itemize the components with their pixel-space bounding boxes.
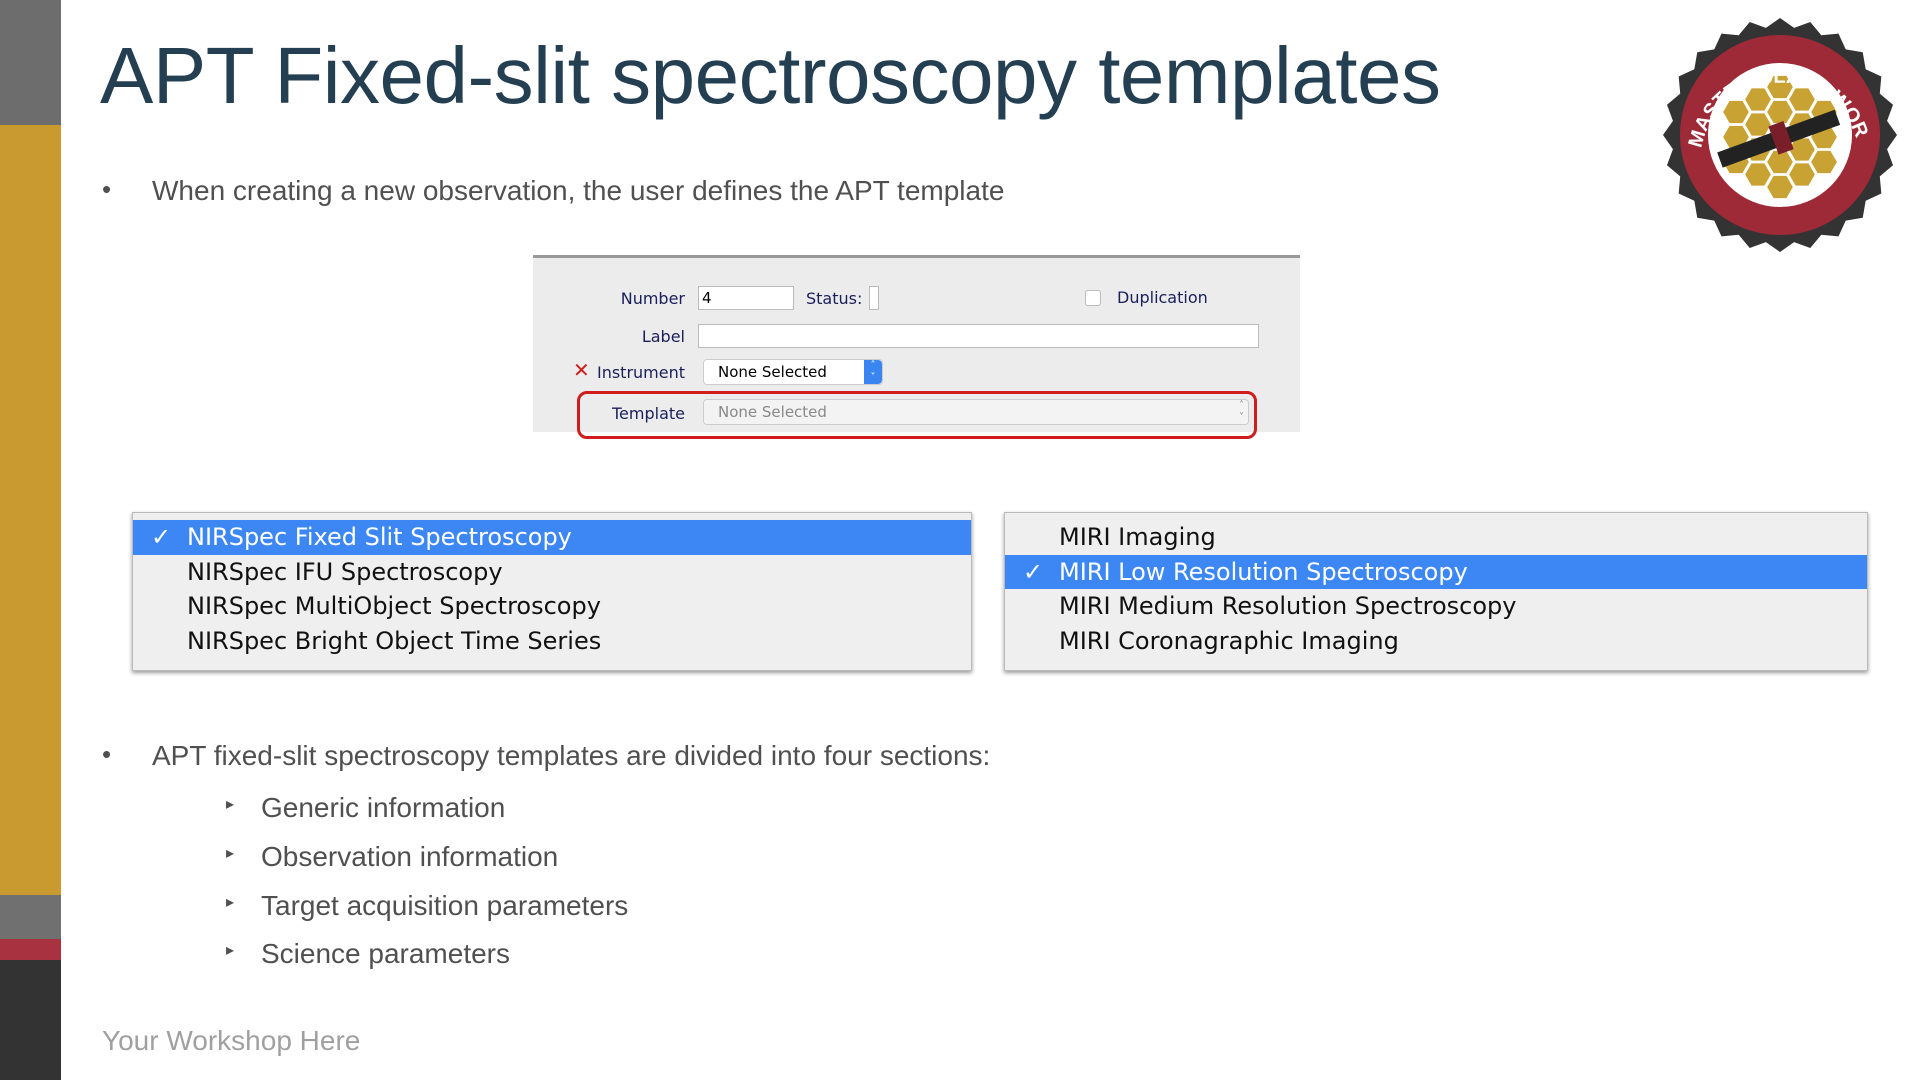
number-input[interactable]: 4	[698, 286, 794, 310]
status-label: Status:	[806, 289, 863, 308]
menu-item[interactable]: NIRSpec IFU Spectroscopy	[133, 555, 971, 590]
duplication-label: Duplication	[1117, 288, 1208, 307]
sidebar-stripe-gray2	[0, 895, 61, 939]
menu-item-label: NIRSpec MultiObject Spectroscopy	[187, 592, 601, 620]
menu-item[interactable]: ✓ NIRSpec Fixed Slit Spectroscopy	[133, 520, 971, 555]
label-input[interactable]	[698, 324, 1259, 348]
triangle-bullet-icon: ▸	[226, 845, 235, 862]
workshop-logo: JWST MASTER CLASS WORKSHOP	[1660, 15, 1897, 252]
menu-item[interactable]: MIRI Coronagraphic Imaging	[1005, 624, 1867, 659]
menu-item-label: MIRI Coronagraphic Imaging	[1059, 626, 1399, 655]
sidebar-stripe-red	[0, 939, 61, 960]
bullet-2: APT fixed-slit spectroscopy templates ar…	[152, 740, 991, 771]
instrument-select[interactable]: None Selected ˄ ˅	[703, 359, 883, 385]
menu-item-label: MIRI Imaging	[1059, 523, 1216, 551]
bullet-1: When creating a new observation, the use…	[152, 175, 1005, 206]
menu-item[interactable]: NIRSpec Bright Object Time Series	[133, 624, 971, 659]
template-value: None Selected	[718, 403, 827, 421]
menu-item-label: NIRSpec Bright Object Time Series	[187, 626, 602, 655]
menu-item[interactable]: MIRI Medium Resolution Spectroscopy	[1005, 589, 1867, 624]
sub-bullet: Target acquisition parameters	[261, 890, 629, 921]
chevron-updown-icon: ˄ ˅	[1239, 400, 1244, 423]
template-select[interactable]: None Selected ˄ ˅	[703, 399, 1249, 425]
sub-bullet: Observation information	[261, 841, 559, 872]
triangle-bullet-icon: ▸	[226, 796, 235, 813]
sub-bullet: Science parameters	[261, 938, 511, 969]
menu-item[interactable]: ✓ MIRI Low Resolution Spectroscopy	[1005, 554, 1867, 589]
menu-item-label: NIRSpec IFU Spectroscopy	[187, 557, 503, 586]
checkmark-icon: ✓	[1023, 557, 1044, 586]
menu-item[interactable]: NIRSpec MultiObject Spectroscopy	[133, 589, 971, 624]
label-label: Label	[641, 327, 685, 346]
bullet-icon: •	[102, 739, 112, 769]
nirspec-template-menu: ✓ NIRSpec Fixed Slit Spectroscopy NIRSpec …	[132, 512, 972, 671]
duplication-checkbox[interactable]	[1085, 290, 1101, 306]
menu-item-label: MIRI Low Resolution Spectroscopy	[1059, 557, 1468, 586]
triangle-bullet-icon: ▸	[226, 942, 235, 959]
page-title: APT Fixed-slit spectroscopy templates	[100, 31, 1441, 120]
sidebar-stripe-gold	[0, 125, 61, 895]
triangle-bullet-icon: ▸	[226, 894, 235, 911]
instrument-label: Instrument	[596, 363, 685, 382]
template-label: Template	[611, 404, 685, 423]
menu-item[interactable]: MIRI Imaging	[1005, 520, 1867, 555]
number-label: Number	[620, 289, 685, 308]
instrument-value: None Selected	[718, 363, 827, 381]
footer-text: Your Workshop Here	[102, 1025, 361, 1056]
sidebar-stripe-gray	[0, 0, 61, 125]
checkmark-icon: ✓	[151, 523, 172, 551]
observation-form: Number 4 Status: Duplication Label ✕ Ins…	[533, 255, 1300, 439]
status-field	[869, 286, 879, 310]
miri-template-menu: MIRI Imaging ✓ MIRI Low Resolution Spectro…	[1004, 512, 1868, 671]
chevron-updown-icon: ˄ ˅	[864, 360, 882, 384]
sidebar-stripe-dark	[0, 960, 61, 1080]
sub-bullet: Generic information	[261, 792, 506, 823]
menu-item-label: MIRI Medium Resolution Spectroscopy	[1059, 592, 1517, 620]
bullet-icon: •	[102, 174, 112, 204]
menu-item-label: NIRSpec Fixed Slit Spectroscopy	[187, 523, 572, 551]
